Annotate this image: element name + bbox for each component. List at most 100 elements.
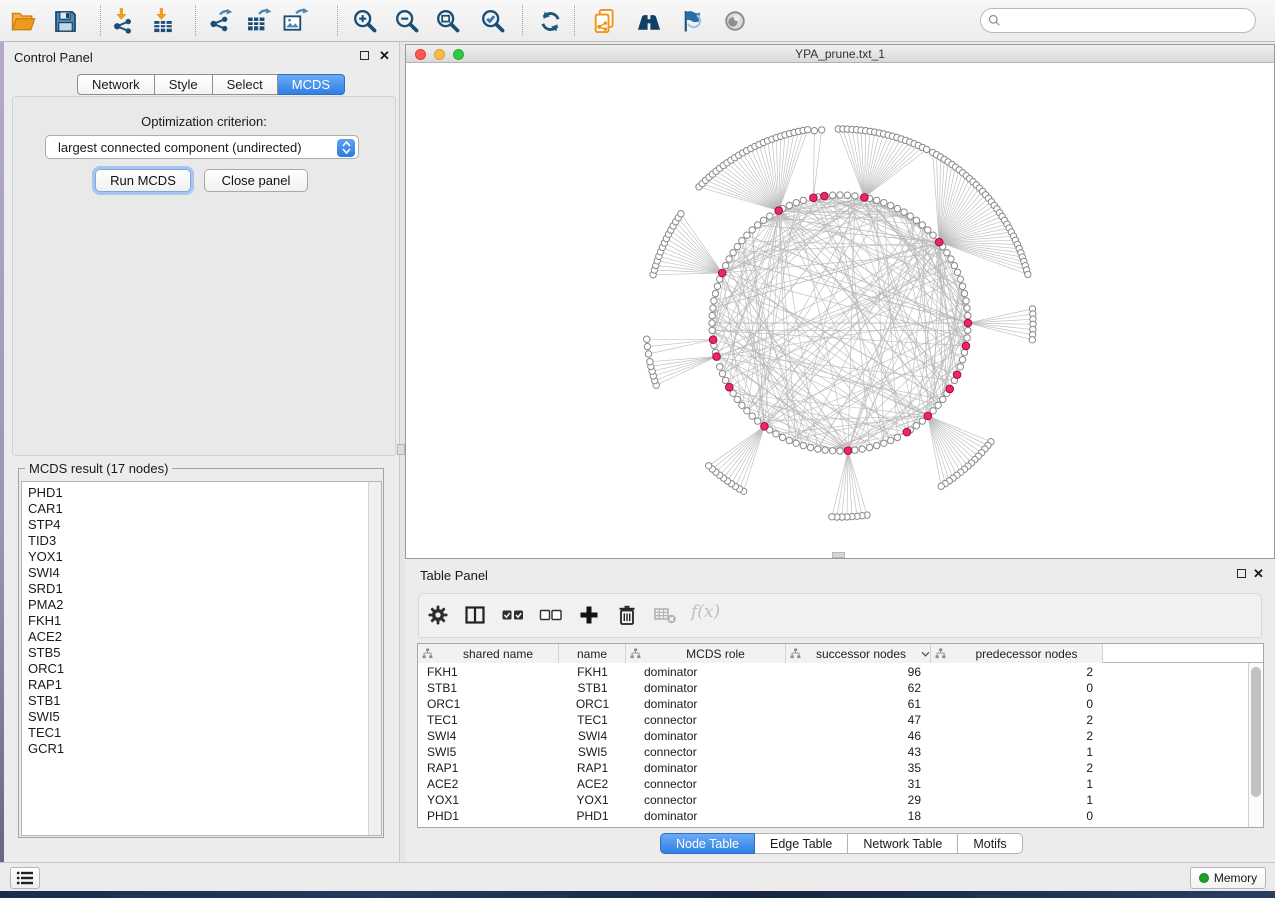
- mcds-result-item[interactable]: ORC1: [28, 661, 64, 677]
- create-column-button[interactable]: [578, 604, 600, 626]
- save-button[interactable]: [48, 4, 82, 38]
- mcds-result-item[interactable]: SWI4: [28, 565, 64, 581]
- network-canvas[interactable]: [406, 63, 1274, 558]
- show-columns-button[interactable]: [464, 604, 487, 626]
- import-table-button[interactable]: [146, 4, 180, 38]
- column-header-MCDS-role[interactable]: MCDS role: [626, 644, 786, 663]
- select-all-columns-button[interactable]: [501, 604, 525, 626]
- eye-button[interactable]: [718, 4, 752, 38]
- table-row[interactable]: TEC1TEC1connector472: [418, 712, 1263, 728]
- vertical-splitter-grip[interactable]: [397, 444, 405, 455]
- table-panel: Table Panel ✕: [405, 560, 1275, 862]
- table-row[interactable]: STB1STB1dominator620: [418, 680, 1263, 696]
- refresh-button[interactable]: [533, 4, 567, 38]
- cell: connector: [626, 792, 786, 808]
- close-panel-button[interactable]: Close panel: [204, 169, 308, 192]
- cell: SWI5: [559, 744, 626, 760]
- cell: RAP1: [418, 760, 559, 776]
- toggle-hide-button[interactable]: [674, 4, 708, 38]
- tab-network-table[interactable]: Network Table: [848, 833, 958, 854]
- cell: SWI4: [559, 728, 626, 744]
- table-settings-button[interactable]: [427, 604, 449, 626]
- table-scrollbar-thumb[interactable]: [1251, 667, 1261, 797]
- mcds-result-item[interactable]: YOX1: [28, 549, 64, 565]
- export-image-button[interactable]: [278, 4, 312, 38]
- export-network-button[interactable]: [203, 4, 237, 38]
- share-network-document-button[interactable]: [588, 4, 622, 38]
- mcds-result-item[interactable]: SWI5: [28, 709, 64, 725]
- column-header-successor-nodes[interactable]: successor nodes: [786, 644, 931, 663]
- mcds-result-item[interactable]: CAR1: [28, 501, 64, 517]
- mcds-result-item[interactable]: TID3: [28, 533, 64, 549]
- zoom-in-button[interactable]: [348, 4, 382, 38]
- result-list-scrollbar[interactable]: [368, 482, 381, 835]
- float-table-panel-icon[interactable]: [1237, 569, 1246, 578]
- tab-motifs[interactable]: Motifs: [958, 833, 1022, 854]
- optimization-select[interactable]: largest connected component (undirected): [45, 135, 359, 159]
- mcds-result-item[interactable]: SRD1: [28, 581, 64, 597]
- open-file-button[interactable]: [6, 4, 40, 38]
- table-row[interactable]: ORC1ORC1dominator610: [418, 696, 1263, 712]
- table-row[interactable]: YOX1YOX1connector291: [418, 792, 1263, 808]
- cell: YOX1: [559, 792, 626, 808]
- mcds-result-item[interactable]: ACE2: [28, 629, 64, 645]
- function-builder-button[interactable]: f(x): [691, 602, 720, 622]
- node-table: shared namenameMCDS rolesuccessor nodesp…: [417, 643, 1264, 828]
- mcds-result-item[interactable]: PHD1: [28, 485, 64, 501]
- zoom-out-button[interactable]: [390, 4, 424, 38]
- search-box[interactable]: [980, 8, 1256, 33]
- cell: STB1: [559, 680, 626, 696]
- mcds-result-item[interactable]: STB1: [28, 693, 64, 709]
- network-titlebar[interactable]: YPA_prune.txt_1: [406, 45, 1274, 63]
- mcds-result-item[interactable]: STP4: [28, 517, 64, 533]
- task-history-button[interactable]: [10, 867, 40, 889]
- mcds-result-item[interactable]: TEC1: [28, 725, 64, 741]
- tab-network[interactable]: Network: [77, 74, 155, 95]
- cell: connector: [626, 776, 786, 792]
- table-row[interactable]: SWI5SWI5connector431: [418, 744, 1263, 760]
- table-row[interactable]: SWI4SWI4dominator462: [418, 728, 1263, 744]
- unselect-all-columns-button[interactable]: [539, 604, 563, 626]
- search-input[interactable]: [1005, 14, 1255, 28]
- zoom-fit-button[interactable]: [431, 4, 465, 38]
- column-header-shared-name[interactable]: shared name: [418, 644, 559, 663]
- table-scrollbar[interactable]: [1248, 663, 1263, 827]
- float-panel-icon[interactable]: [360, 51, 369, 60]
- table-row[interactable]: FKH1FKH1dominator962: [418, 664, 1263, 680]
- cell: 0: [931, 680, 1103, 696]
- mcds-result-item[interactable]: FKH1: [28, 613, 64, 629]
- import-table-icon: [149, 7, 177, 35]
- cell: 1: [931, 776, 1103, 792]
- tab-style[interactable]: Style: [155, 74, 213, 95]
- mcds-result-list[interactable]: PHD1CAR1STP4TID3YOX1SWI4SRD1PMA2FKH1ACE2…: [21, 481, 382, 836]
- horizontal-splitter-grip[interactable]: [832, 552, 845, 558]
- close-table-panel-icon[interactable]: ✕: [1253, 569, 1264, 579]
- zoom-in-icon: [351, 7, 379, 35]
- column-header-name[interactable]: name: [559, 644, 626, 663]
- export-table-button[interactable]: [241, 4, 275, 38]
- column-header-predecessor-nodes[interactable]: predecessor nodes: [931, 644, 1103, 663]
- table-row[interactable]: ACE2ACE2connector311: [418, 776, 1263, 792]
- mcds-result-item[interactable]: GCR1: [28, 741, 64, 757]
- close-panel-icon[interactable]: ✕: [379, 51, 390, 61]
- tab-edge-table[interactable]: Edge Table: [755, 833, 848, 854]
- tab-node-table[interactable]: Node Table: [660, 833, 755, 854]
- table-row[interactable]: PHD1PHD1dominator180: [418, 808, 1263, 824]
- cell: ACE2: [559, 776, 626, 792]
- tab-mcds[interactable]: MCDS: [278, 74, 345, 95]
- delete-column-button[interactable]: [616, 604, 638, 626]
- zoom-selected-button[interactable]: [476, 4, 510, 38]
- memory-button[interactable]: Memory: [1190, 867, 1266, 889]
- cell: connector: [626, 744, 786, 760]
- delete-table-button[interactable]: [653, 604, 677, 626]
- mcds-result-item[interactable]: STB5: [28, 645, 64, 661]
- mcds-result-item[interactable]: PMA2: [28, 597, 64, 613]
- cell: 2: [931, 712, 1103, 728]
- mcds-result-item[interactable]: RAP1: [28, 677, 64, 693]
- search-network-button[interactable]: [632, 4, 666, 38]
- import-network-button[interactable]: [106, 4, 140, 38]
- table-row[interactable]: RAP1RAP1dominator352: [418, 760, 1263, 776]
- tab-select[interactable]: Select: [213, 74, 278, 95]
- control-panel: Control Panel ✕ NetworkStyleSelectMCDS O…: [4, 42, 400, 862]
- run-mcds-button[interactable]: Run MCDS: [95, 169, 191, 192]
